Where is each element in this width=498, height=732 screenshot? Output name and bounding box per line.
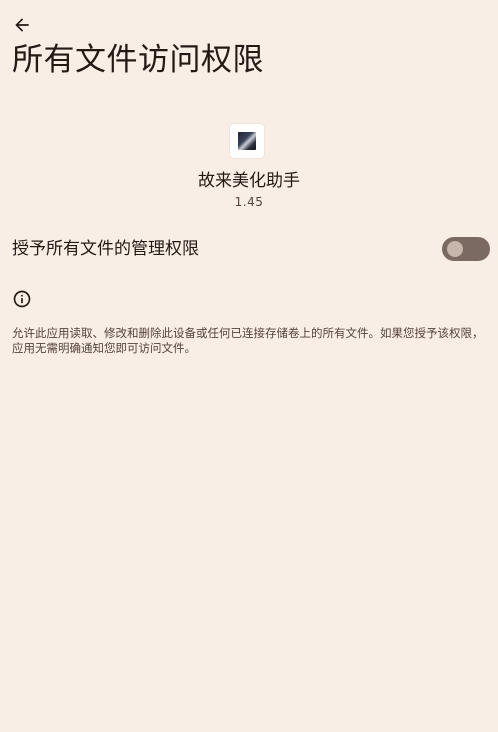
back-button[interactable] [8, 11, 36, 39]
info-description: 允许此应用读取、修改和删除此设备或任何已连接存储卷上的所有文件。如果您授予该权限… [12, 326, 484, 355]
app-version: 1.45 [234, 195, 264, 209]
arrow-back-icon [15, 18, 29, 32]
app-name: 故来美化助手 [198, 171, 300, 191]
switch-thumb [447, 241, 463, 257]
app-icon [230, 124, 264, 158]
all-files-access-switch[interactable] [442, 237, 490, 261]
page-title: 所有文件访问权限 [12, 42, 264, 78]
all-files-access-row[interactable]: 授予所有文件的管理权限 [0, 226, 498, 272]
all-files-access-label: 授予所有文件的管理权限 [12, 239, 199, 259]
info-icon [13, 290, 31, 308]
app-icon-image [238, 132, 256, 150]
